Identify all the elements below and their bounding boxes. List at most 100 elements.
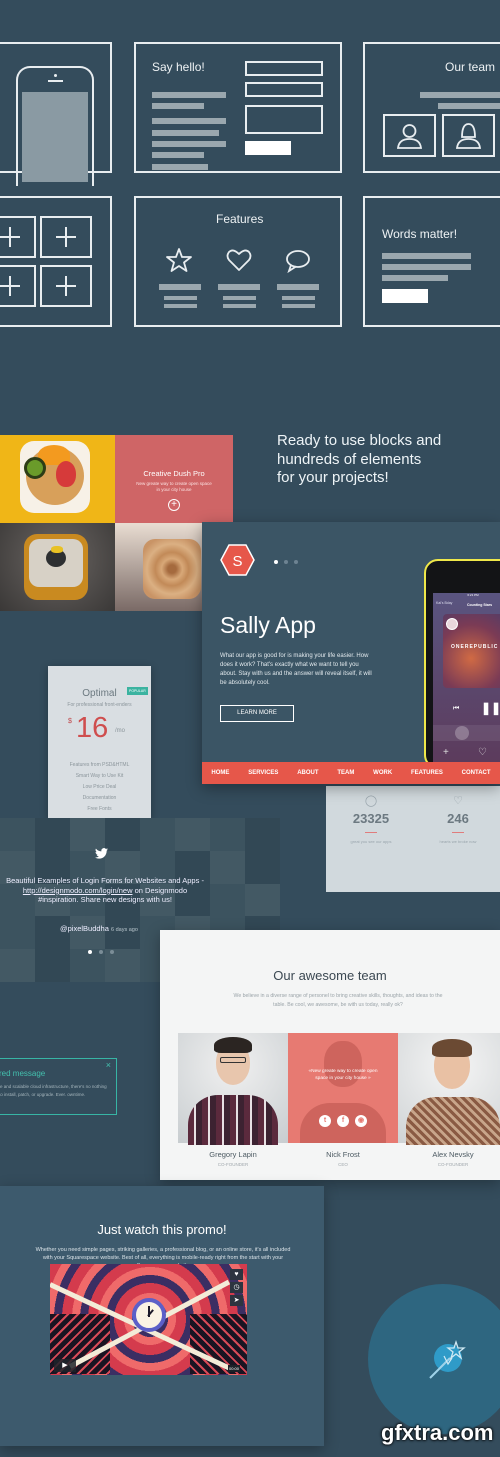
progress-slider[interactable] [433, 725, 500, 741]
promo-title: Just watch this promo! [97, 1222, 227, 1237]
alert-message: red message × le and scalable cloud infr… [0, 1058, 117, 1115]
plus-icon [0, 265, 36, 307]
wireframe-team-title: Our team [445, 60, 496, 74]
team-title: Our awesome team [273, 968, 387, 983]
slider-dot[interactable] [294, 560, 298, 564]
wireframe-input-name [245, 61, 323, 76]
add-circle-icon[interactable]: + [168, 499, 180, 511]
plus-icon [0, 216, 36, 258]
tweet-time: 6 days ago [111, 927, 138, 933]
team-description: We believe in a diverse range of persone… [233, 993, 443, 1008]
previous-track-icon[interactable]: ⏮ [453, 705, 459, 713]
slider-dots [274, 560, 298, 564]
facebook-icon[interactable]: f [337, 1115, 349, 1127]
instagram-icon[interactable]: ◉ [355, 1115, 367, 1127]
wireframe-contact-title: Say hello! [152, 60, 205, 74]
team-hover-quote: «New greate way to create open space in … [308, 1069, 378, 1081]
like-video-button[interactable]: ♥ [230, 1269, 243, 1280]
slider-dot-active[interactable] [88, 950, 92, 954]
fruit-tart-image [20, 441, 90, 513]
stat-label: hearts we broke now [439, 839, 477, 844]
add-icon[interactable]: + [443, 747, 449, 758]
alert-close-icon[interactable]: × [106, 1060, 111, 1070]
tile-creative-dush-pro[interactable]: Creative Dush Pro New greate way to crea… [115, 435, 233, 523]
nav-contact[interactable]: CONTACT [462, 770, 491, 776]
tile-fruit-tart-icon[interactable] [0, 435, 115, 523]
nav-features[interactable]: FEATURES [411, 770, 443, 776]
phone-screen: 6:21 PM Kal's Bday Counting Stars ONEREP… [433, 593, 500, 763]
pricing-feature: Smart Way to Use Kit [75, 773, 124, 779]
alert-body: le and scalable cloud infrastructure, th… [0, 1084, 107, 1097]
tweet-slider-dots [88, 950, 114, 954]
stat-divider [452, 832, 464, 833]
heart-icon[interactable]: ♡ [478, 747, 487, 758]
nav-about[interactable]: ABOUT [297, 770, 318, 776]
watch-later-button[interactable]: ◷ [230, 1282, 243, 1293]
album-art: ONEREPUBLIC [443, 614, 500, 688]
team-member-photo[interactable] [178, 1033, 288, 1145]
nav-team[interactable]: TEAM [337, 770, 354, 776]
tagline: Ready to use blocks and hundreds of elem… [277, 432, 441, 488]
tweet-text: Beautiful Examples of Login Forms for We… [0, 876, 230, 905]
alert-title: red message [0, 1069, 46, 1078]
team-member-name: Gregory Lapin [209, 1150, 257, 1159]
phone-back-label[interactable]: Kal's Bday [436, 601, 452, 605]
learn-more-button[interactable]: LEARN MORE [220, 705, 294, 722]
tweet-handle[interactable]: @pixelBuddha [60, 924, 109, 933]
slider-dot-active[interactable] [274, 560, 278, 564]
stat-value: 246 [447, 811, 469, 826]
pricing-card: Optimal POPULAR For professional front-e… [48, 666, 151, 818]
tagline-line-3: for your projects! [277, 469, 389, 486]
play-button[interactable]: ▶ [54, 1359, 76, 1372]
pause-icon[interactable]: ❚❚ [481, 701, 500, 715]
sally-logo-letter: S [232, 553, 242, 570]
team-member-photo[interactable] [398, 1033, 500, 1145]
tweet-link[interactable]: http://designmodo.com/login/new [23, 886, 133, 895]
wireframe-grid-card [0, 196, 112, 327]
nav-services[interactable]: SERVICES [248, 770, 278, 776]
sally-logo: S [220, 544, 255, 576]
wireframe-team-card: Our team [363, 42, 500, 173]
plus-icon [40, 216, 92, 258]
stat-divider [365, 832, 377, 833]
wireframe-contact-card: Say hello! [134, 42, 342, 173]
nav-work[interactable]: WORK [373, 770, 392, 776]
tile-zen-stone-icon[interactable] [0, 523, 115, 611]
team-member-name: Nick Frost [326, 1150, 360, 1159]
promo-video[interactable]: ♥ ◷ ➤ ▶ 00:00 [50, 1264, 247, 1375]
decorative-circle [368, 1284, 500, 1434]
magic-wand-icon [429, 1339, 466, 1379]
tile-cinnamon-roll-icon[interactable] [115, 523, 202, 611]
phone-status-bar: 6:21 PM [467, 593, 479, 597]
album-text: ONEREPUBLIC [451, 644, 499, 650]
user-icon: ◯ [364, 795, 378, 807]
wireframe-submit-button [245, 141, 291, 155]
zen-stone-image [24, 534, 88, 600]
slider-dot[interactable] [110, 950, 114, 954]
nav-home[interactable]: HOME [211, 770, 229, 776]
wireframe-features-card: Features [134, 196, 342, 327]
tile-subtitle: New greate way to create open space in y… [136, 481, 212, 492]
pricing-feature: Free Fonts [87, 806, 112, 812]
promo-block: Just watch this promo! Whether you need … [0, 1186, 324, 1446]
share-video-button[interactable]: ➤ [230, 1295, 243, 1306]
pricing-feature: Features from PSD&HTML [69, 762, 130, 768]
wireframe-input-email [245, 82, 323, 97]
phone-mockup: 6:21 PM Kal's Bday Counting Stars ONEREP… [424, 559, 500, 769]
sally-title: Sally App [220, 612, 316, 638]
wireframe-avatar-1 [383, 114, 436, 157]
popular-badge: POPULAR [127, 687, 148, 695]
tagline-line-1: Ready to use blocks and [277, 432, 442, 449]
team-member-photo-hover[interactable]: «New greate way to create open space in … [288, 1033, 398, 1143]
clock-icon [132, 1298, 166, 1332]
slider-dot[interactable] [99, 950, 103, 954]
twitter-icon[interactable]: t [319, 1115, 331, 1127]
pricing-feature: Low Price Deal [82, 784, 117, 790]
heart-icon: ♡ [453, 795, 463, 807]
slider-dot[interactable] [284, 560, 288, 564]
stats-card: ◯ 23325 great you see our apps ♡ 246 hea… [326, 786, 500, 892]
wireframe-features-title: Features [216, 212, 264, 226]
stat-value: 23325 [352, 811, 390, 826]
wireframe-words-title: Words matter! [382, 227, 458, 241]
tweet-line-3: #inspiration. Share new designs with us! [38, 895, 172, 904]
